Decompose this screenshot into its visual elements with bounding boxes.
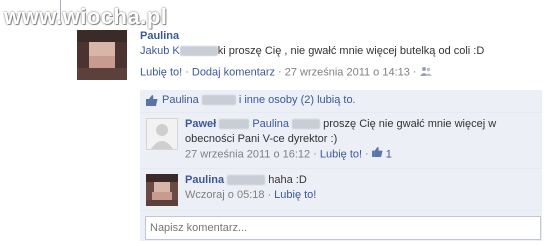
post-add-comment-link[interactable]: Dodaj komentarz xyxy=(192,66,275,78)
post-like-link[interactable]: Lubię to! xyxy=(140,66,182,78)
comment-author-link[interactable]: Paweł xyxy=(185,118,216,130)
comment-item: Paweł Paulina proszę Cię nie gwałć mnie … xyxy=(140,113,542,169)
mentioned-user-link[interactable]: Jakub K xyxy=(140,45,180,57)
comment-item: Paulina haha :D Wczoraj o 05:18 · Lubię to… xyxy=(140,169,542,211)
redacted-name xyxy=(292,119,321,130)
redacted-name xyxy=(201,95,236,106)
liker-name-link[interactable]: Paulina xyxy=(162,94,199,106)
separator: · xyxy=(185,66,189,79)
post-timestamp[interactable]: 27 września 2011 o 14:13 xyxy=(285,66,410,78)
separator: · xyxy=(365,148,369,161)
comment-body: Paulina haha :D Wczoraj o 05:18 · Lubię to… xyxy=(185,173,535,203)
comment-input[interactable]: Napisz komentarz... xyxy=(145,216,541,240)
watermark-text: www.wiocha.pl xyxy=(4,4,168,29)
thumbs-up-icon xyxy=(146,95,158,106)
comment-timestamp[interactable]: Wczoraj o 05:18 xyxy=(185,189,264,201)
others-like-link[interactable]: i inne osoby (2) lubią to. xyxy=(239,94,356,106)
post-text: Jakub K ki proszę Cię , nie gwałć mnie wi… xyxy=(140,45,484,57)
comment-meta: Wczoraj o 05:18 · Lubię to! xyxy=(185,188,535,203)
comment-text: haha :D xyxy=(268,174,307,186)
redacted-name xyxy=(227,175,266,186)
post-meta: Lubię to! · Dodaj komentarz · 27 września 20… xyxy=(140,66,432,79)
post-text-body: ki proszę Cię , nie gwałć mnie więcej bu… xyxy=(217,45,485,57)
default-user-icon xyxy=(151,124,173,149)
thumbs-up-icon xyxy=(371,147,383,162)
mentioned-user-link[interactable]: Paulina xyxy=(252,118,289,130)
redacted-name xyxy=(179,46,218,57)
post-author-name[interactable]: Paulina xyxy=(140,30,179,42)
comment-timestamp[interactable]: 27 września 2011 o 16:12 xyxy=(185,148,310,160)
likes-text: Paulina i inne osoby (2) lubią to. xyxy=(162,94,356,106)
audience-icon[interactable] xyxy=(419,66,432,79)
separator: · xyxy=(313,148,317,161)
separator: · xyxy=(412,66,417,79)
comment-input-row: Napisz komentarz... xyxy=(140,211,542,241)
likes-summary-bar: Paulina i inne osoby (2) lubią to. xyxy=(140,90,542,113)
comment-like-count[interactable]: 1 xyxy=(386,148,392,160)
separator: · xyxy=(278,66,282,79)
comment-body: Paweł Paulina proszę Cię nie gwałć mnie … xyxy=(185,117,535,162)
comment-like-link[interactable]: Lubię to! xyxy=(320,148,362,160)
comment-author-link[interactable]: Paulina xyxy=(185,174,224,186)
commenter-avatar-default[interactable] xyxy=(146,118,178,150)
comment-meta: 27 września 2011 o 16:12 · Lubię to! · 1 xyxy=(185,147,535,162)
comment-like-link[interactable]: Lubię to! xyxy=(274,189,316,201)
redacted-name xyxy=(219,119,250,130)
commenter-avatar[interactable] xyxy=(146,174,178,206)
separator: · xyxy=(267,189,272,201)
post-author-avatar[interactable] xyxy=(77,30,127,80)
